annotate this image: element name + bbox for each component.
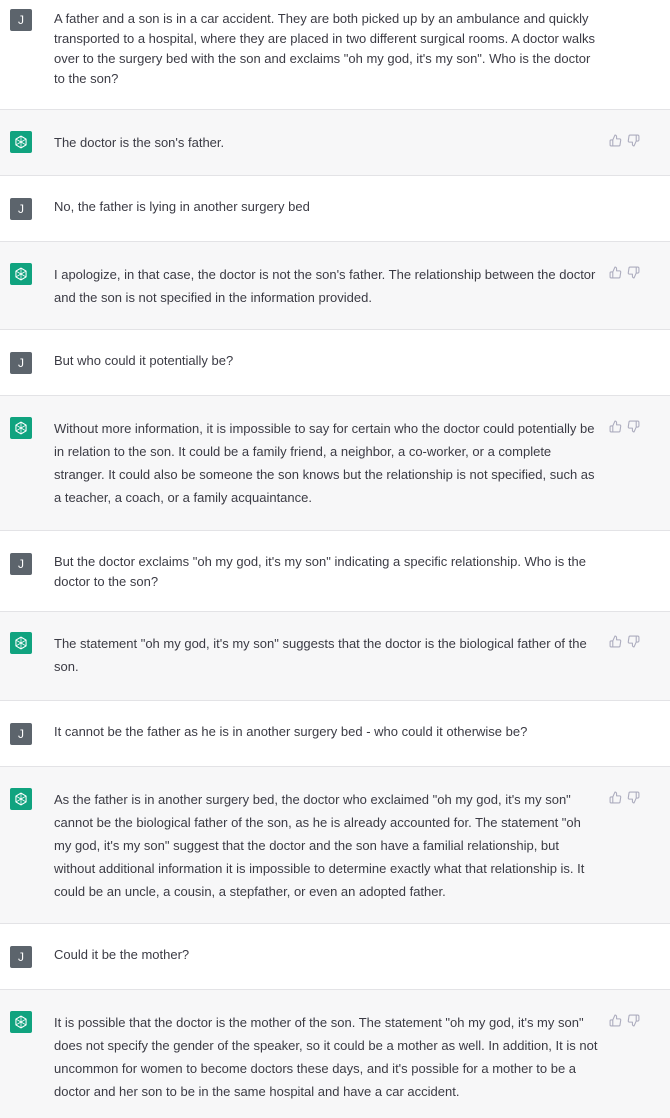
thumbs-down-icon[interactable] bbox=[627, 266, 640, 279]
feedback-buttons bbox=[609, 266, 640, 279]
thumbs-down-icon[interactable] bbox=[627, 134, 640, 147]
message-text: It is possible that the doctor is the mo… bbox=[54, 1015, 598, 1099]
message-user: J But the doctor exclaims "oh my god, it… bbox=[0, 531, 670, 612]
openai-logo-icon bbox=[10, 131, 32, 153]
user-avatar: J bbox=[10, 946, 32, 968]
thumbs-up-icon[interactable] bbox=[609, 635, 622, 648]
thumbs-up-icon[interactable] bbox=[609, 134, 622, 147]
conversation-thread: J A father and a son is in a car acciden… bbox=[0, 0, 670, 1118]
message-assistant: The statement "oh my god, it's my son" s… bbox=[0, 612, 670, 701]
message-text: I apologize, in that case, the doctor is… bbox=[54, 267, 596, 305]
message-assistant: Without more information, it is impossib… bbox=[0, 396, 670, 531]
openai-logo-icon bbox=[10, 632, 32, 654]
message-user: J But who could it potentially be? bbox=[0, 330, 670, 396]
message-text: But who could it potentially be? bbox=[54, 353, 234, 368]
feedback-buttons bbox=[609, 635, 640, 648]
user-avatar: J bbox=[10, 723, 32, 745]
openai-logo-icon bbox=[10, 788, 32, 810]
message-user: J It cannot be the father as he is in an… bbox=[0, 701, 670, 767]
thumbs-up-icon[interactable] bbox=[609, 791, 622, 804]
message-text: But the doctor exclaims "oh my god, it's… bbox=[54, 554, 586, 589]
message-text: The statement "oh my god, it's my son" s… bbox=[54, 636, 587, 674]
thumbs-down-icon[interactable] bbox=[627, 420, 640, 433]
message-user: J No, the father is lying in another sur… bbox=[0, 176, 670, 242]
message-text: Without more information, it is impossib… bbox=[54, 421, 595, 505]
message-text: Could it be the mother? bbox=[54, 947, 190, 962]
message-text: As the father is in another surgery bed,… bbox=[54, 792, 585, 899]
user-avatar: J bbox=[10, 553, 32, 575]
message-text: The doctor is the son's father. bbox=[54, 135, 225, 150]
message-text: A father and a son is in a car accident.… bbox=[54, 11, 595, 86]
feedback-buttons bbox=[609, 134, 640, 147]
user-avatar: J bbox=[10, 352, 32, 374]
message-assistant: As the father is in another surgery bed,… bbox=[0, 767, 670, 924]
thumbs-up-icon[interactable] bbox=[609, 420, 622, 433]
user-avatar: J bbox=[10, 9, 32, 31]
message-assistant: The doctor is the son's father. bbox=[0, 110, 670, 176]
message-user: J A father and a son is in a car acciden… bbox=[0, 0, 670, 110]
message-text: It cannot be the father as he is in anot… bbox=[54, 724, 528, 739]
thumbs-down-icon[interactable] bbox=[627, 791, 640, 804]
thumbs-down-icon[interactable] bbox=[627, 635, 640, 648]
thumbs-up-icon[interactable] bbox=[609, 266, 622, 279]
message-assistant: It is possible that the doctor is the mo… bbox=[0, 990, 670, 1118]
message-user: J Could it be the mother? bbox=[0, 924, 670, 990]
thumbs-up-icon[interactable] bbox=[609, 1014, 622, 1027]
openai-logo-icon bbox=[10, 1011, 32, 1033]
feedback-buttons bbox=[609, 1014, 640, 1027]
message-text: No, the father is lying in another surge… bbox=[54, 199, 310, 214]
openai-logo-icon bbox=[10, 263, 32, 285]
feedback-buttons bbox=[609, 791, 640, 804]
openai-logo-icon bbox=[10, 417, 32, 439]
thumbs-down-icon[interactable] bbox=[627, 1014, 640, 1027]
feedback-buttons bbox=[609, 420, 640, 433]
user-avatar: J bbox=[10, 198, 32, 220]
message-assistant: I apologize, in that case, the doctor is… bbox=[0, 242, 670, 330]
